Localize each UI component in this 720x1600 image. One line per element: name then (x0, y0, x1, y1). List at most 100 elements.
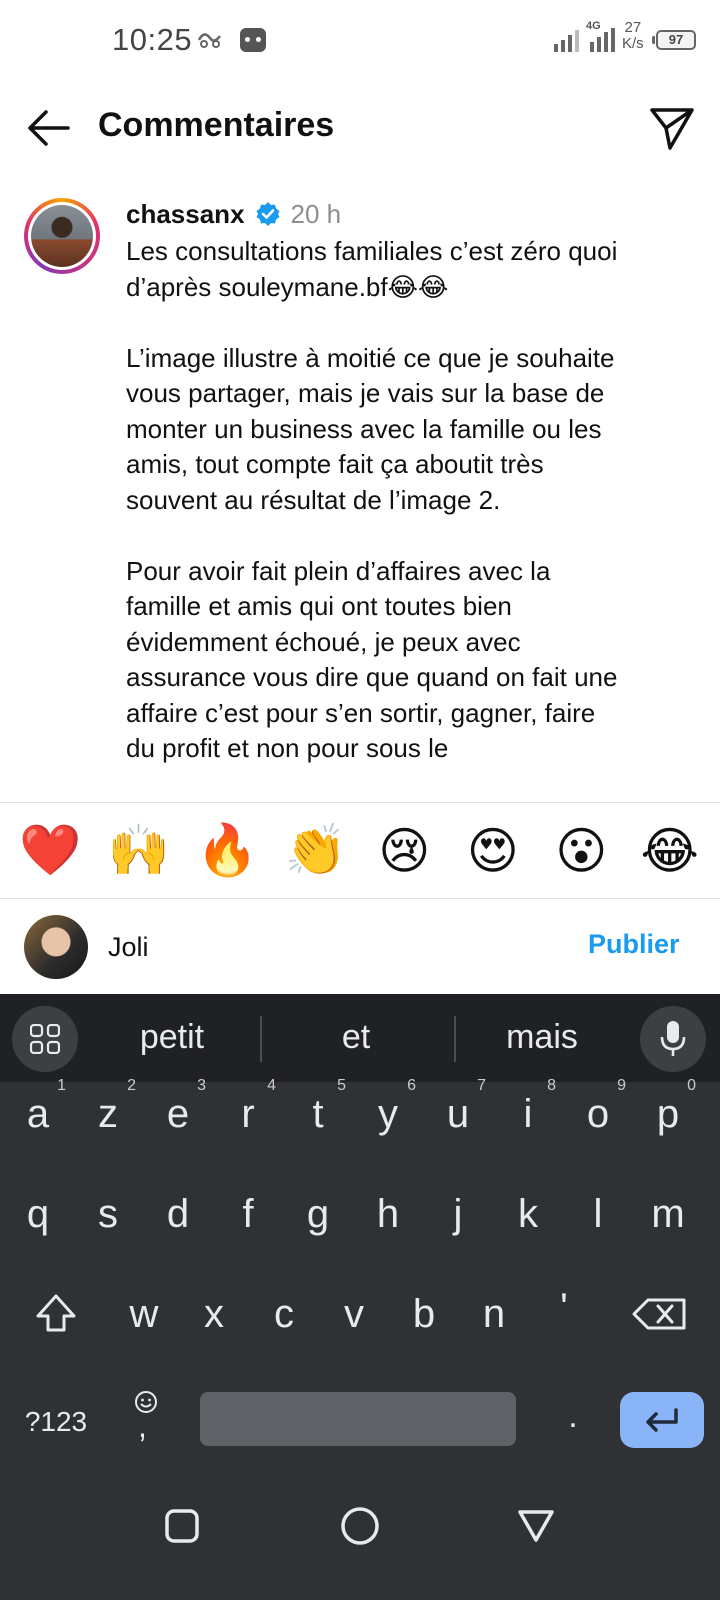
key-hint: 3 (197, 1077, 206, 1094)
key-i[interactable]: i8 (498, 1074, 558, 1154)
key-hint: 6 (407, 1077, 416, 1094)
key-m[interactable]: m (638, 1174, 698, 1254)
symbols-key[interactable]: ?123 (16, 1390, 96, 1454)
back-arrow-icon[interactable] (22, 102, 74, 154)
share-send-icon[interactable] (646, 102, 698, 154)
publish-button[interactable]: Publier (588, 929, 680, 960)
emoji-raised-hands[interactable]: 🙌 (99, 821, 179, 880)
divider (260, 1016, 262, 1062)
key-q[interactable]: q (8, 1174, 68, 1254)
key-label: z (98, 1092, 118, 1136)
home-icon[interactable] (338, 1504, 382, 1548)
key-hint: 0 (687, 1077, 696, 1094)
key-f[interactable]: f (218, 1174, 278, 1254)
key-r[interactable]: r4 (218, 1074, 278, 1154)
user-avatar (24, 915, 88, 979)
emoji-bar: ❤️ 🙌 🔥 👏 😢 😍 😮 😂 (0, 802, 720, 898)
key-v[interactable]: v (324, 1274, 384, 1354)
speed-unit: K/s (622, 35, 644, 52)
emoji-tears-of-joy[interactable]: 😂 (630, 822, 710, 880)
suggestion-3[interactable]: mais (462, 1018, 622, 1057)
key-j[interactable]: j (428, 1174, 488, 1254)
key-hint: 5 (337, 1077, 346, 1094)
key-h[interactable]: h (358, 1174, 418, 1254)
status-time: 10:25 (112, 22, 193, 57)
comment-body: chassanx 20 h Les consultations familial… (126, 198, 626, 767)
key-hint: 9 (617, 1077, 626, 1094)
comment-meta: chassanx 20 h (126, 198, 626, 230)
period-key[interactable]: . (548, 1384, 598, 1448)
key-label: r (241, 1092, 255, 1136)
comma-label: , (138, 1408, 147, 1444)
status-bar: 10:25 4G 27 K/s 97 (0, 0, 720, 80)
microphone-button[interactable] (640, 1006, 706, 1072)
key-p[interactable]: p0 (638, 1074, 698, 1154)
header: Commentaires (0, 80, 720, 176)
keyboard-menu-button[interactable] (12, 1006, 78, 1072)
notification-icon (197, 33, 221, 48)
emoji-fire[interactable]: 🔥 (187, 821, 267, 880)
key-hint: 8 (547, 1077, 556, 1094)
key-c[interactable]: c (254, 1274, 314, 1354)
network-speed: 27 K/s (622, 20, 644, 52)
key-z[interactable]: z2 (78, 1074, 138, 1154)
emoji-comma-key[interactable]: , (126, 1386, 166, 1450)
key-w[interactable]: w (114, 1274, 174, 1354)
recent-apps-icon[interactable] (160, 1504, 204, 1548)
emoji-heart[interactable]: ❤️ (10, 821, 90, 880)
key-b[interactable]: b (394, 1274, 454, 1354)
avatar-photo (31, 205, 93, 267)
key-hint: 7 (477, 1077, 486, 1094)
key-label: y (378, 1092, 398, 1136)
key-label: p (656, 1092, 680, 1136)
key-x[interactable]: x (184, 1274, 244, 1354)
suggestion-1[interactable]: petit (92, 1018, 252, 1057)
username[interactable]: chassanx (126, 199, 245, 230)
suggestion-2[interactable]: et (276, 1018, 436, 1057)
avatar[interactable] (24, 198, 100, 274)
microphone-icon (660, 1021, 686, 1056)
game-controller-icon (240, 28, 266, 52)
enter-arrow-icon (646, 1408, 678, 1432)
divider (454, 1016, 456, 1062)
speed-value: 27 (624, 19, 642, 36)
suggestion-bar: petit et mais (0, 994, 720, 1082)
page-title: Commentaires (98, 106, 335, 144)
key-a[interactable]: a1 (8, 1074, 68, 1154)
emoji-heart-eyes[interactable]: 😍 (453, 822, 533, 880)
key-t[interactable]: t5 (288, 1074, 348, 1154)
enter-key[interactable] (620, 1392, 704, 1448)
navigation-bar (0, 1470, 720, 1600)
key-label: e (166, 1092, 190, 1136)
shift-key-icon[interactable] (16, 1274, 96, 1354)
comment-composer: Publier (0, 898, 720, 994)
key-label: i (523, 1092, 533, 1136)
signal-icon (554, 30, 579, 52)
key-label: a (26, 1092, 50, 1136)
key-g[interactable]: g (288, 1174, 348, 1254)
emoji-crying[interactable]: 😢 (364, 822, 444, 880)
key-hint: 1 (57, 1077, 66, 1094)
key-hint: 4 (267, 1077, 276, 1094)
key-o[interactable]: o9 (568, 1074, 628, 1154)
key-apostrophe[interactable]: ' (534, 1268, 594, 1348)
key-d[interactable]: d (148, 1174, 208, 1254)
key-s[interactable]: s (78, 1174, 138, 1254)
key-n[interactable]: n (464, 1274, 524, 1354)
key-e[interactable]: e3 (148, 1074, 208, 1154)
key-label: u (446, 1092, 470, 1136)
key-l[interactable]: l (568, 1174, 628, 1254)
emoji-surprised[interactable]: 😮 (541, 822, 621, 880)
emoji-clap[interactable]: 👏 (276, 821, 356, 880)
key-k[interactable]: k (498, 1174, 558, 1254)
comment: chassanx 20 h Les consultations familial… (0, 198, 720, 802)
key-u[interactable]: u7 (428, 1074, 488, 1154)
key-y[interactable]: y6 (358, 1074, 418, 1154)
comment-input[interactable] (108, 925, 548, 969)
comment-text: Les consultations familiales c’est zéro … (126, 236, 618, 763)
space-bar[interactable] (200, 1392, 516, 1446)
signal-icon-2 (590, 28, 615, 52)
back-nav-icon[interactable] (514, 1504, 558, 1548)
backspace-key-icon[interactable] (622, 1274, 702, 1354)
key-label: t (312, 1092, 324, 1136)
